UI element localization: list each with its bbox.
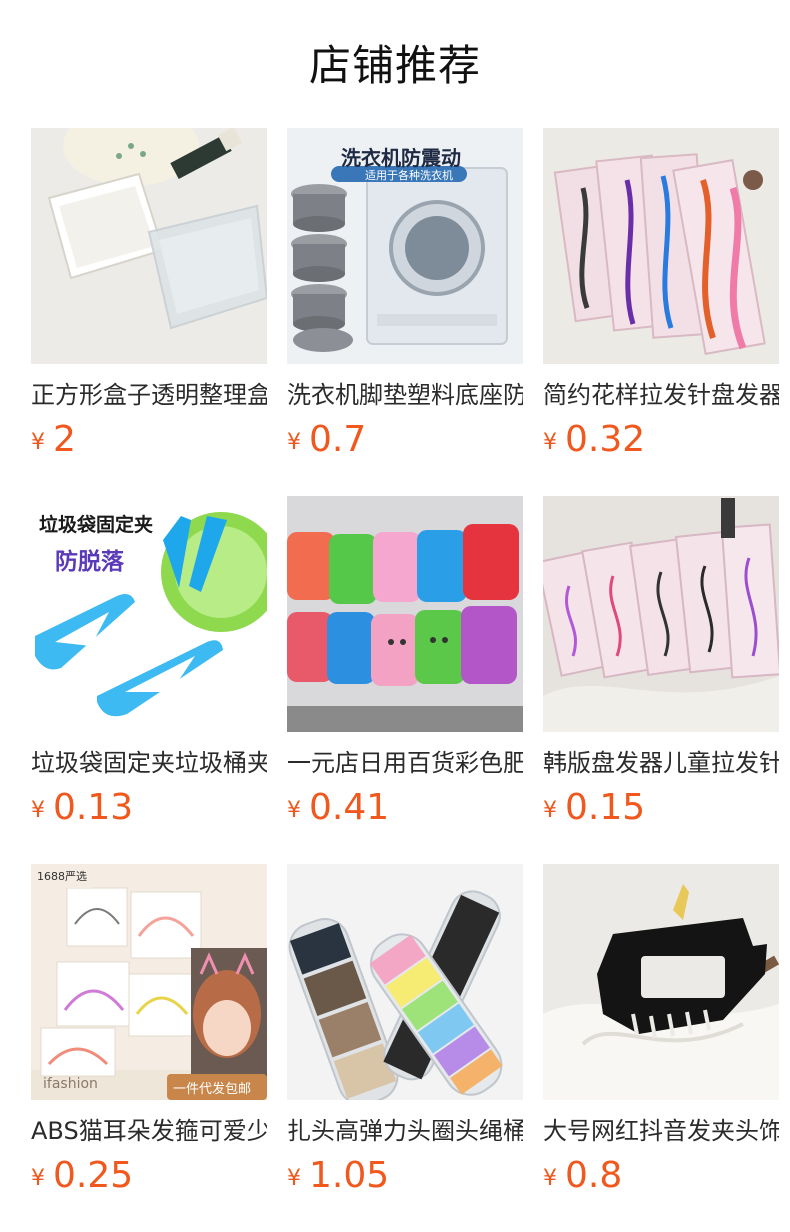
product-price: ¥0.15 [543,786,779,830]
product-price: ¥0.13 [31,786,267,830]
hair-tool-pack-image[interactable] [543,496,779,732]
product-name[interactable]: 韩版盘发器儿童拉发针 [543,746,779,780]
price-amount: 0.8 [565,1155,623,1196]
price-amount: 0.7 [309,419,367,460]
currency-symbol: ¥ [543,430,557,455]
product-name[interactable]: 正方形盒子透明整理盒 [31,378,267,412]
product-card[interactable]: 洗衣机防震动 适用于各种洗衣机 洗衣机脚垫塑料底座防震 ¥0.7 [287,128,523,496]
image-badge: 1688严选 [37,870,87,883]
product-price: ¥2 [31,418,267,462]
product-price: ¥0.25 [31,1154,267,1198]
product-card[interactable]: 扎头高弹力头圈头绳桶装 ¥1.05 [287,864,523,1232]
product-price: ¥1.05 [287,1154,523,1198]
currency-symbol: ¥ [543,798,557,823]
price-amount: 1.05 [309,1155,390,1196]
soap-box-image[interactable] [287,496,523,732]
product-card[interactable]: 垃圾袋固定夹 防脱落 垃圾袋固定夹垃圾桶夹 ¥0.13 [31,496,267,864]
price-amount: 0.41 [309,787,390,828]
washing-machine-pad-image[interactable]: 洗衣机防震动 适用于各种洗衣机 [287,128,523,364]
price-amount: 0.25 [53,1155,134,1196]
cat-ear-headband-image[interactable]: 1688严选 ifashion 一件代发包邮 [31,864,267,1100]
price-amount: 0.15 [565,787,646,828]
image-subline: 适用于各种洗衣机 [365,169,453,182]
product-card[interactable]: 1688严选 ifashion 一件代发包邮 ABS猫耳朵发箍可爱少女 ¥0.2… [31,864,267,1232]
trash-bag-clip-image[interactable]: 垃圾袋固定夹 防脱落 [31,496,267,732]
product-name[interactable]: 洗衣机脚垫塑料底座防震 [287,378,523,412]
price-amount: 0.13 [53,787,134,828]
product-card[interactable]: 一元店日用百货彩色肥皂盒 ¥0.41 [287,496,523,864]
hair-claw-clip-image[interactable] [543,864,779,1100]
hair-twist-pin-image[interactable] [543,128,779,364]
product-name[interactable]: 大号网红抖音发夹头饰 [543,1114,779,1148]
product-price: ¥0.8 [543,1154,779,1198]
product-name[interactable]: 简约花样拉发针盘发器 [543,378,779,412]
product-price: ¥0.41 [287,786,523,830]
price-amount: 0.32 [565,419,646,460]
product-name[interactable]: 一元店日用百货彩色肥皂盒 [287,746,523,780]
currency-symbol: ¥ [543,1166,557,1191]
page-title: 店铺推荐 [308,41,481,90]
image-headline: 垃圾袋固定夹 [39,514,154,536]
price-amount: 2 [53,419,76,460]
product-name[interactable]: ABS猫耳朵发箍可爱少女 [31,1114,267,1148]
image-subline: 防脱落 [55,549,124,575]
product-name[interactable]: 垃圾袋固定夹垃圾桶夹 [31,746,267,780]
product-card[interactable]: 大号网红抖音发夹头饰 ¥0.8 [543,864,779,1232]
product-card[interactable]: 正方形盒子透明整理盒 ¥2 [31,128,267,496]
currency-symbol: ¥ [31,430,45,455]
product-card[interactable]: 韩版盘发器儿童拉发针 ¥0.15 [543,496,779,864]
product-card[interactable]: 简约花样拉发针盘发器 ¥0.32 [543,128,779,496]
hair-tie-tube-image[interactable] [287,864,523,1100]
currency-symbol: ¥ [31,798,45,823]
product-grid: 正方形盒子透明整理盒 ¥2 洗衣机防震动 适用于各种洗衣机 洗衣机脚垫塑料底座防… [31,128,779,1232]
product-name[interactable]: 扎头高弹力头圈头绳桶装 [287,1114,523,1148]
image-ribbon: 一件代发包邮 [173,1082,252,1097]
currency-symbol: ¥ [287,798,301,823]
image-brand: ifashion [43,1076,98,1092]
currency-symbol: ¥ [287,430,301,455]
currency-symbol: ¥ [31,1166,45,1191]
square-box-image[interactable] [31,128,267,364]
currency-symbol: ¥ [287,1166,301,1191]
product-price: ¥0.7 [287,418,523,462]
product-price: ¥0.32 [543,418,779,462]
